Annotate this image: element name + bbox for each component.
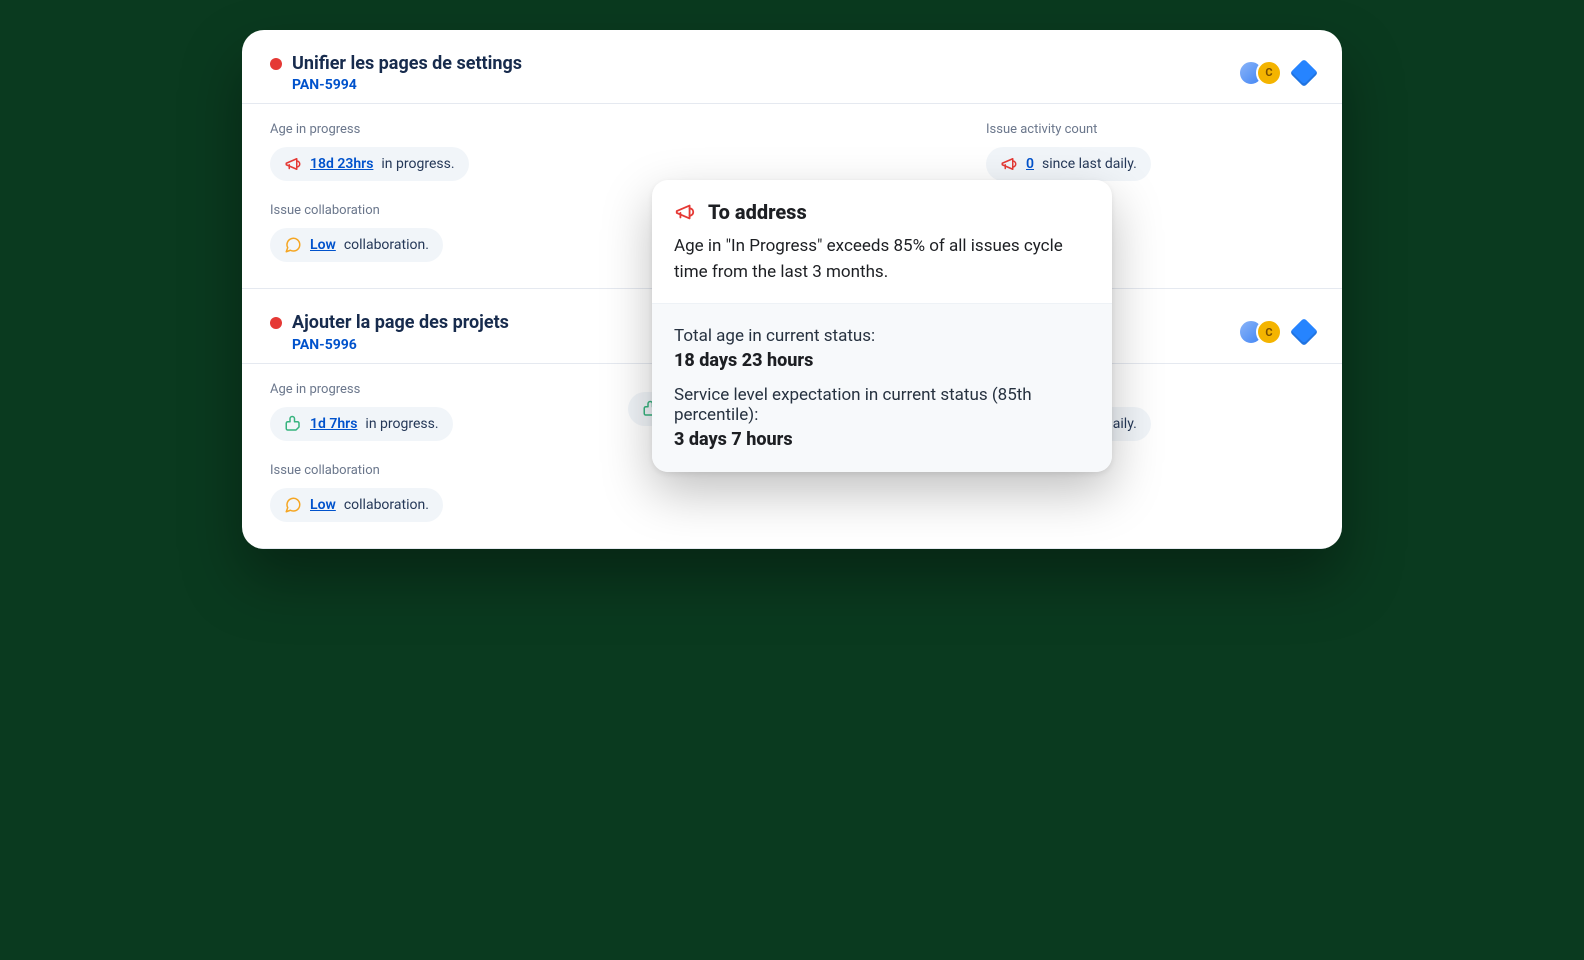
assignee-avatars[interactable]: C — [1246, 319, 1282, 345]
issue-title: Unifier les pages de settings — [292, 52, 522, 75]
popover-title: To address — [674, 200, 1090, 224]
issue-header-right: C — [1246, 319, 1314, 345]
metric-chip[interactable]: Low collaboration. — [270, 228, 443, 262]
metric-age-in-progress: Age in progress 18d 23hrs in progress. — [270, 122, 598, 181]
metric-label: Issue activity count — [986, 122, 1314, 137]
metric-label: Age in progress — [270, 382, 598, 397]
popover-age-value: 18 days 23 hours — [674, 350, 1090, 371]
metric-label: Issue collaboration — [270, 203, 598, 218]
issue-title-block: Unifier les pages de settings PAN-5994 — [270, 52, 522, 93]
metric-chip[interactable]: 0 since last daily. — [986, 147, 1151, 181]
issue-header-right: C — [1246, 60, 1314, 86]
tooltip-popover: To address Age in "In Progress" exceeds … — [652, 180, 1112, 472]
metric-chip[interactable]: Low collaboration. — [270, 488, 443, 522]
metric-value-link[interactable]: 0 — [1026, 156, 1034, 172]
assignee-avatars[interactable]: C — [1246, 60, 1282, 86]
issue-title-block: Ajouter la page des projets PAN-5996 — [270, 311, 509, 352]
popover-description: Age in "In Progress" exceeds 85% of all … — [674, 234, 1090, 285]
metric-chip[interactable]: 18d 23hrs in progress. — [270, 147, 469, 181]
app-icon[interactable] — [1290, 318, 1318, 346]
popover-sle-label: Service level expectation in current sta… — [674, 385, 1090, 425]
status-dot — [270, 317, 282, 329]
chat-icon — [284, 236, 302, 254]
metric-value-link[interactable]: 18d 23hrs — [310, 156, 373, 172]
metric-age-in-column — [628, 122, 956, 181]
metric-collaboration: Issue collaboration Low collaboration. — [270, 203, 598, 262]
popover-title-text: To address — [708, 200, 807, 224]
metric-label: Age in progress — [270, 122, 598, 137]
metric-value-link[interactable]: Low — [310, 237, 336, 253]
issue-key-link[interactable]: PAN-5996 — [292, 337, 509, 353]
chat-icon — [284, 496, 302, 514]
issue-card-header: Unifier les pages de settings PAN-5994 C — [242, 30, 1342, 104]
metric-collaboration: Issue collaboration Low collaboration. — [270, 463, 598, 522]
metric-suffix: collaboration. — [344, 497, 429, 513]
app-window: Unifier les pages de settings PAN-5994 C… — [242, 30, 1342, 549]
megaphone-icon — [284, 155, 302, 173]
issue-key-link[interactable]: PAN-5994 — [292, 77, 522, 93]
metric-suffix: in progress. — [365, 416, 438, 432]
status-dot — [270, 58, 282, 70]
metric-chip[interactable]: 1d 7hrs in progress. — [270, 407, 453, 441]
popover-top: To address Age in "In Progress" exceeds … — [652, 180, 1112, 303]
metric-suffix: collaboration. — [344, 237, 429, 253]
metric-label: Issue collaboration — [270, 463, 598, 478]
metric-age-in-progress: Age in progress 1d 7hrs in progress. — [270, 382, 598, 441]
popover-bottom: Total age in current status: 18 days 23 … — [652, 303, 1112, 472]
metric-value-link[interactable]: Low — [310, 497, 336, 513]
issue-title: Ajouter la page des projets — [292, 311, 509, 334]
metric-activity-count: Issue activity count 0 since last daily. — [986, 122, 1314, 181]
avatar[interactable]: C — [1256, 319, 1282, 345]
metric-suffix: in progress. — [381, 156, 454, 172]
megaphone-icon — [674, 201, 696, 223]
popover-age-label: Total age in current status: — [674, 326, 1090, 346]
avatar[interactable]: C — [1256, 60, 1282, 86]
megaphone-icon — [1000, 155, 1018, 173]
popover-sle-value: 3 days 7 hours — [674, 429, 1090, 450]
metric-suffix: since last daily. — [1042, 156, 1137, 172]
app-icon[interactable] — [1290, 59, 1318, 87]
metric-value-link[interactable]: 1d 7hrs — [310, 416, 357, 432]
thumbs-up-icon — [284, 415, 302, 433]
